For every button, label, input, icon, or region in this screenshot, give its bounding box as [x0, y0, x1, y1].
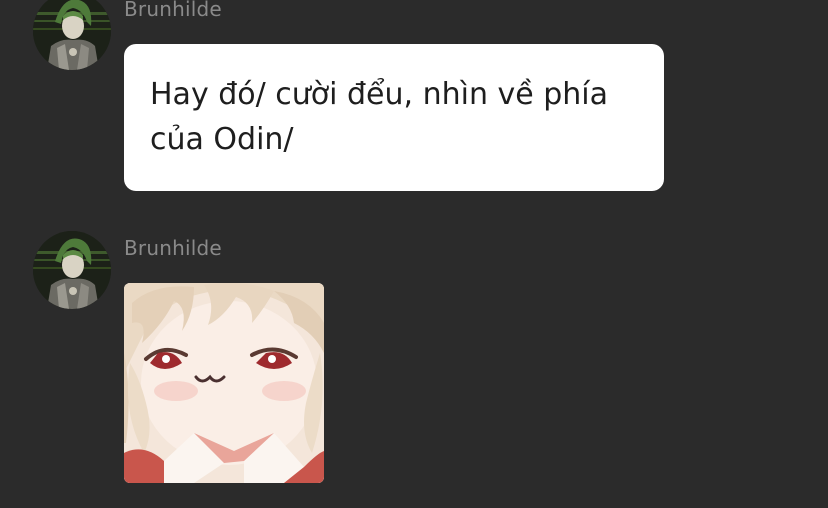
message-sticker[interactable] — [124, 283, 324, 483]
message-bubble[interactable]: Hay đó/ cười đểu, nhìn về phía của Odin/ — [124, 44, 664, 191]
smug-anime-girl-sticker — [124, 283, 324, 483]
message-text: Hay đó/ cười đểu, nhìn về phía của Odin/ — [150, 77, 609, 157]
user-avatar[interactable] — [33, 231, 111, 309]
message-username[interactable]: Brunhilde — [124, 236, 222, 260]
knight-avatar-icon — [33, 0, 111, 70]
chat-log: Brunhilde Hay đó/ cười đểu, nhìn về phía… — [0, 0, 828, 508]
user-avatar[interactable] — [33, 0, 111, 70]
knight-avatar-icon — [33, 231, 111, 309]
message-username[interactable]: Brunhilde — [124, 0, 222, 21]
